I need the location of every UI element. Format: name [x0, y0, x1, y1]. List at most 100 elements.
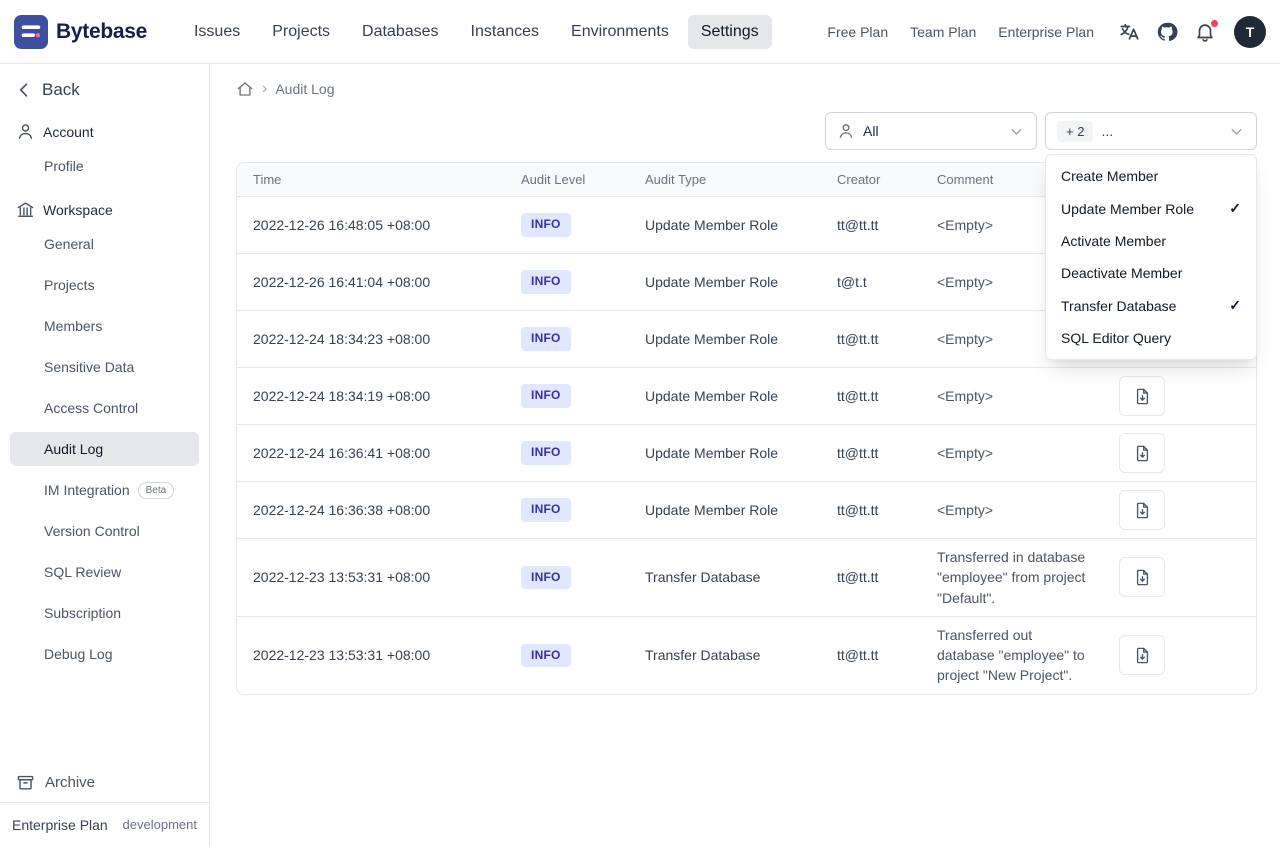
sidebar-item-version-control[interactable]: Version Control: [10, 514, 199, 548]
chevron-left-icon: [14, 80, 34, 100]
section-title: Workspace: [43, 201, 113, 218]
sidebar-item-sensitive-data[interactable]: Sensitive Data: [10, 350, 199, 384]
bytebase-logo-icon: [14, 14, 48, 49]
menu-item-activate-member[interactable]: Activate Member: [1046, 225, 1256, 257]
sidebar-item-projects[interactable]: Projects: [10, 268, 199, 302]
log-type: Transfer Database: [629, 538, 821, 617]
sidebar-item-members[interactable]: Members: [10, 309, 199, 343]
audit-level-badge: INFO: [521, 565, 571, 590]
nav-issues[interactable]: Issues: [181, 15, 253, 49]
back-button[interactable]: Back: [0, 72, 209, 112]
menu-item-update-member-role[interactable]: Update Member Role ✓: [1046, 192, 1256, 225]
nav-databases[interactable]: Databases: [349, 15, 452, 49]
selected-overflow: ...: [1101, 123, 1114, 139]
log-comment: <Empty>: [921, 367, 1103, 425]
archive-button[interactable]: Archive: [0, 763, 209, 802]
sidebar-item-label: Version Control: [44, 523, 140, 539]
sidebar-item-debug-log[interactable]: Debug Log: [10, 637, 199, 671]
audit-level-badge: INFO: [521, 498, 571, 522]
audit-level-badge: INFO: [521, 384, 571, 408]
audit-type-filter-select[interactable]: + 2 ...: [1045, 112, 1257, 150]
sidebar-section-workspace: Workspace: [0, 190, 209, 227]
back-label: Back: [42, 80, 80, 99]
nav-settings[interactable]: Settings: [687, 14, 772, 49]
sidebar-footer: Enterprise Plan development: [0, 802, 209, 846]
filter-bar: All + 2 ...: [236, 112, 1257, 150]
column-header-creator: Creator: [821, 163, 921, 197]
sidebar-item-label: Sensitive Data: [44, 359, 135, 375]
brand-wordmark: Bytebase: [56, 19, 147, 43]
audit-level-badge: INFO: [521, 270, 571, 294]
export-log-button[interactable]: [1119, 433, 1165, 473]
home-icon[interactable]: [236, 80, 254, 98]
release-channel: development: [122, 817, 197, 832]
log-time: 2022-12-23 13:53:31 +08:00: [237, 538, 505, 617]
export-log-button[interactable]: [1119, 635, 1165, 676]
sidebar-item-sql-review[interactable]: SQL Review: [10, 555, 199, 589]
plan-indicator: Enterprise Plan: [12, 816, 108, 833]
breadcrumb-separator-icon: ›: [262, 80, 268, 97]
audit-log-page: › Audit Log All + 2 ... Time Audit Level…: [210, 64, 1280, 846]
sidebar-item-general[interactable]: General: [10, 227, 199, 261]
log-comment: <Empty>: [921, 424, 1103, 482]
bytebase-app: Bytebase Issues Projects Databases Insta…: [0, 0, 1280, 846]
free-plan-link[interactable]: Free Plan: [827, 24, 888, 40]
download-file-icon: [1133, 646, 1152, 665]
export-log-button[interactable]: [1119, 490, 1165, 530]
sidebar-item-audit-log[interactable]: Audit Log: [10, 432, 199, 466]
person-icon: [837, 122, 855, 140]
translate-icon[interactable]: [1118, 21, 1140, 43]
log-comment: Transferred in database "employee" from …: [921, 538, 1103, 617]
bell-icon[interactable]: [1194, 18, 1219, 43]
section-title: Account: [43, 123, 94, 140]
audit-level-badge: INFO: [521, 441, 571, 465]
menu-item-deactivate-member[interactable]: Deactivate Member: [1046, 257, 1256, 289]
sidebar-item-access-control[interactable]: Access Control: [10, 391, 199, 425]
column-header-audit-type: Audit Type: [629, 163, 821, 197]
nav-instances[interactable]: Instances: [458, 15, 552, 49]
menu-item-sql-editor-query[interactable]: SQL Editor Query: [1046, 322, 1256, 354]
github-icon[interactable]: [1156, 21, 1178, 43]
enterprise-plan-link[interactable]: Enterprise Plan: [998, 24, 1094, 40]
nav-projects[interactable]: Projects: [259, 15, 343, 49]
sidebar-item-label: SQL Review: [44, 564, 122, 580]
creator-filter-select[interactable]: All: [825, 112, 1037, 150]
settings-sidebar: Back Account Profile Workspace General P…: [0, 64, 210, 846]
sidebar-item-label: General: [44, 236, 94, 252]
log-type: Update Member Role: [629, 481, 821, 539]
breadcrumb-current: Audit Log: [275, 81, 335, 97]
beta-badge: Beta: [137, 481, 175, 499]
export-log-button[interactable]: [1119, 376, 1165, 416]
chevron-down-icon: [1008, 123, 1025, 140]
download-file-icon: [1133, 387, 1152, 406]
sidebar-item-im-integration[interactable]: IM Integration Beta: [10, 473, 199, 507]
navbar-icons: [1118, 18, 1219, 43]
archive-label: Archive: [45, 774, 96, 791]
nav-environments[interactable]: Environments: [558, 15, 682, 49]
export-log-button[interactable]: [1119, 557, 1165, 598]
sidebar-item-profile[interactable]: Profile: [10, 149, 199, 183]
log-time: 2022-12-24 18:34:23 +08:00: [237, 310, 505, 368]
log-creator: tt@tt.tt: [821, 367, 921, 425]
sidebar-item-label: Access Control: [44, 400, 139, 416]
log-type: Update Member Role: [629, 424, 821, 482]
log-time: 2022-12-24 16:36:38 +08:00: [237, 481, 505, 539]
log-comment: <Empty>: [921, 481, 1103, 539]
column-header-audit-level: Audit Level: [505, 163, 629, 197]
menu-item-create-member[interactable]: Create Member: [1046, 160, 1256, 192]
log-type: Update Member Role: [629, 253, 821, 311]
menu-item-label: SQL Editor Query: [1061, 330, 1171, 346]
check-icon: ✓: [1229, 297, 1241, 313]
sidebar-item-label: Subscription: [44, 605, 122, 621]
breadcrumb: › Audit Log: [236, 76, 1257, 102]
menu-item-transfer-database[interactable]: Transfer Database ✓: [1046, 289, 1256, 322]
download-file-icon: [1133, 444, 1152, 463]
plan-links: Free Plan Team Plan Enterprise Plan: [827, 24, 1094, 40]
menu-item-label: Update Member Role: [1061, 200, 1195, 217]
table-row: 2022-12-24 18:34:19 +08:00 INFO Update M…: [237, 367, 1256, 425]
workspace-icon: [16, 200, 35, 219]
avatar[interactable]: T: [1234, 15, 1266, 48]
bytebase-logo[interactable]: Bytebase: [14, 14, 147, 49]
sidebar-item-subscription[interactable]: Subscription: [10, 596, 199, 630]
team-plan-link[interactable]: Team Plan: [910, 24, 976, 40]
